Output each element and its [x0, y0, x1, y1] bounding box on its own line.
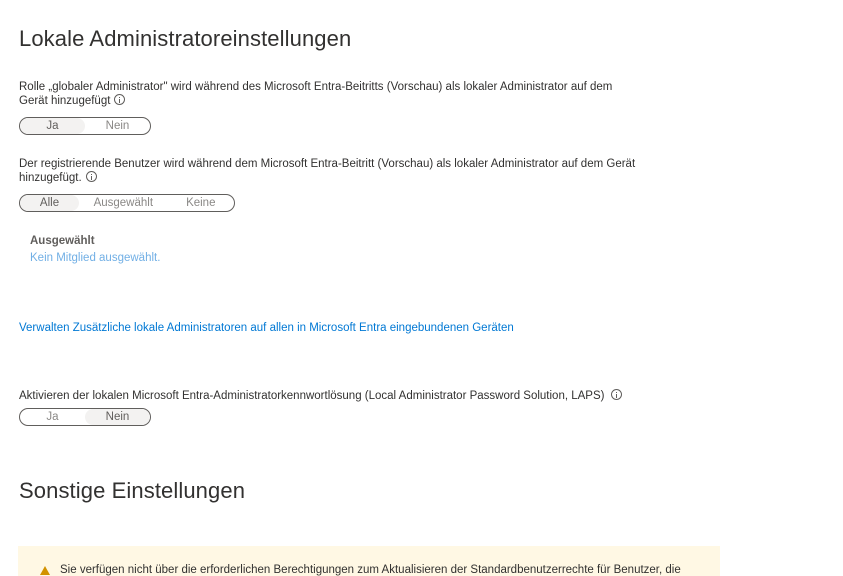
registering-user-option-alle[interactable]: Alle: [20, 195, 80, 211]
laps-option-ja[interactable]: Ja: [20, 409, 85, 425]
info-icon[interactable]: [114, 94, 126, 105]
global-admin-option-nein[interactable]: Nein: [85, 118, 150, 134]
global-admin-label-line2: Gerät hinzugefügt: [19, 95, 111, 107]
info-icon[interactable]: [85, 171, 97, 182]
warning-text: Sie verfügen nicht über die erforderlich…: [60, 564, 681, 576]
laps-toggle[interactable]: Ja Nein: [19, 408, 151, 426]
registering-user-label-line2-wrap: hinzugefügt.: [19, 171, 739, 185]
registering-user-label-line2: hinzugefügt.: [19, 172, 82, 184]
registering-user-option-keine[interactable]: Keine: [168, 195, 234, 211]
selected-heading: Ausgewählt: [30, 235, 95, 247]
global-admin-option-ja[interactable]: Ja: [20, 118, 85, 134]
warning-icon: [40, 566, 50, 575]
registering-user-label: Der registrierende Benutzer wird während…: [19, 157, 739, 185]
registering-user-label-line1: Der registrierende Benutzer wird während…: [19, 158, 636, 170]
global-admin-toggle[interactable]: Ja Nein: [19, 117, 151, 135]
laps-option-nein[interactable]: Nein: [85, 409, 150, 425]
page-title: Lokale Administratoreinstellungen: [19, 26, 352, 51]
selected-members-value: Kein Mitglied ausgewählt.: [30, 252, 161, 264]
section-title-other-settings: Sonstige Einstellungen: [19, 478, 246, 503]
registering-user-toggle[interactable]: Alle Ausgewählt Keine: [19, 194, 235, 212]
global-admin-label-line1: Rolle „globaler Administrator" wird währ…: [19, 81, 613, 93]
registering-user-option-ausgewaehlt[interactable]: Ausgewählt: [79, 195, 168, 211]
global-admin-label-line2-wrap: Gerät hinzugefügt: [19, 94, 739, 108]
info-icon[interactable]: [611, 389, 623, 400]
laps-label-text: Aktivieren der lokalen Microsoft Entra-A…: [19, 390, 605, 402]
global-admin-label: Rolle „globaler Administrator" wird währ…: [19, 80, 739, 108]
warning-message-bar: Sie verfügen nicht über die erforderlich…: [18, 546, 720, 576]
laps-label: Aktivieren der lokalen Microsoft Entra-A…: [19, 389, 623, 403]
manage-local-admins-link[interactable]: Verwalten Zusätzliche lokale Administrat…: [19, 322, 514, 334]
